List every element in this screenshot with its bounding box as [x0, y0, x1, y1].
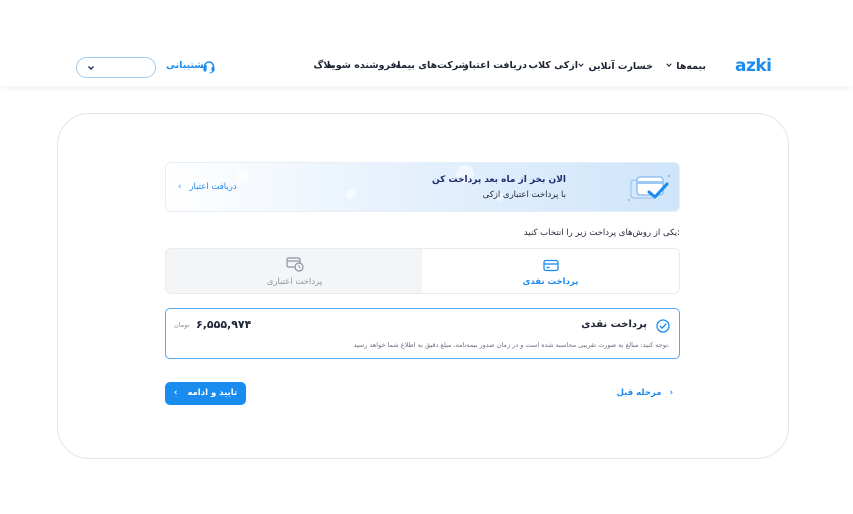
tab-cash-payment[interactable]: پرداخت نقدی: [422, 249, 679, 293]
confirm-label: تایید و ادامه: [187, 388, 238, 398]
decor-bubble: [346, 189, 356, 199]
tab-label: پرداخت اعتباری: [266, 277, 323, 287]
nav-item-get-credit[interactable]: دریافت اعتبار: [463, 60, 527, 71]
nav-item-insurances[interactable]: بیمه‌ها: [666, 60, 706, 72]
nav-label: خسارت آنلاین: [588, 61, 653, 72]
nav-item-blog[interactable]: بلاگ: [313, 60, 334, 71]
chevron-down-icon: [578, 60, 585, 68]
cash-payment-option[interactable]: پرداخت نقدی ۶,۵۵۵,۹۷۴ تومان توجه کنید: م…: [165, 308, 680, 359]
price-currency: تومان: [174, 321, 190, 329]
top-header: azki بیمه‌ها خسارت آنلاین ازکی کلاب دریا…: [0, 0, 853, 86]
chevron-down-icon: [88, 66, 94, 70]
payment-method-prompt: یکی از روش‌های پرداخت زیر را انتخاب کنید…: [523, 228, 680, 238]
check-circle-icon: [656, 318, 670, 333]
decor-bubble: [236, 169, 250, 183]
tab-label: پرداخت نقدی: [522, 277, 579, 287]
get-credit-link-label: دریافت اعتبار: [189, 182, 237, 192]
header-select[interactable]: [76, 57, 156, 78]
option-title: پرداخت نقدی: [581, 319, 647, 330]
nav-item-azki-club[interactable]: ازکی کلاب: [529, 60, 578, 71]
payment-method-tabs: پرداخت نقدی پرداخت اعتباری: [165, 248, 680, 294]
credit-card-illustration-icon: [625, 170, 673, 206]
credit-promo-banner: ‹ دریافت اعتبار الان بخر از ماه بعد پرداخ…: [165, 162, 680, 212]
confirm-continue-button[interactable]: ‹ تایید و ادامه: [165, 382, 246, 405]
price-disclaimer: توجه کنید: مبالغ به صورت تقریبی محاسبه ش…: [353, 341, 670, 349]
get-credit-link[interactable]: ‹ دریافت اعتبار: [178, 182, 237, 192]
card-icon: [542, 257, 559, 276]
banner-subtitle: با پرداخت اعتباری ازکی: [482, 190, 566, 200]
nav-label: بیمه‌ها: [676, 61, 706, 72]
price-amount: ۶,۵۵۵,۹۷۴: [196, 318, 252, 331]
chevron-right-icon: ›: [669, 388, 673, 398]
support-link[interactable]: پشتیبانی: [166, 60, 208, 71]
credit-clock-icon: [285, 257, 304, 276]
chevron-down-icon: [666, 60, 672, 68]
azki-logo[interactable]: azki: [735, 56, 772, 76]
previous-label: مرحله قبل: [616, 388, 662, 398]
nav-item-online-claims[interactable]: خسارت آنلاین: [578, 60, 653, 72]
banner-title: الان بخر از ماه بعد پرداخت کن: [432, 175, 566, 185]
nav-item-become-seller[interactable]: فروشنده شوید!: [327, 60, 401, 71]
chevron-left-icon: ‹: [178, 182, 182, 192]
chevron-left-icon: ‹: [173, 388, 178, 398]
previous-step-link[interactable]: مرحله قبل ›: [617, 388, 673, 398]
nav-item-insurance-companies[interactable]: شرکت‌های بیمه: [395, 60, 468, 71]
tab-credit-payment[interactable]: پرداخت اعتباری: [166, 249, 423, 293]
